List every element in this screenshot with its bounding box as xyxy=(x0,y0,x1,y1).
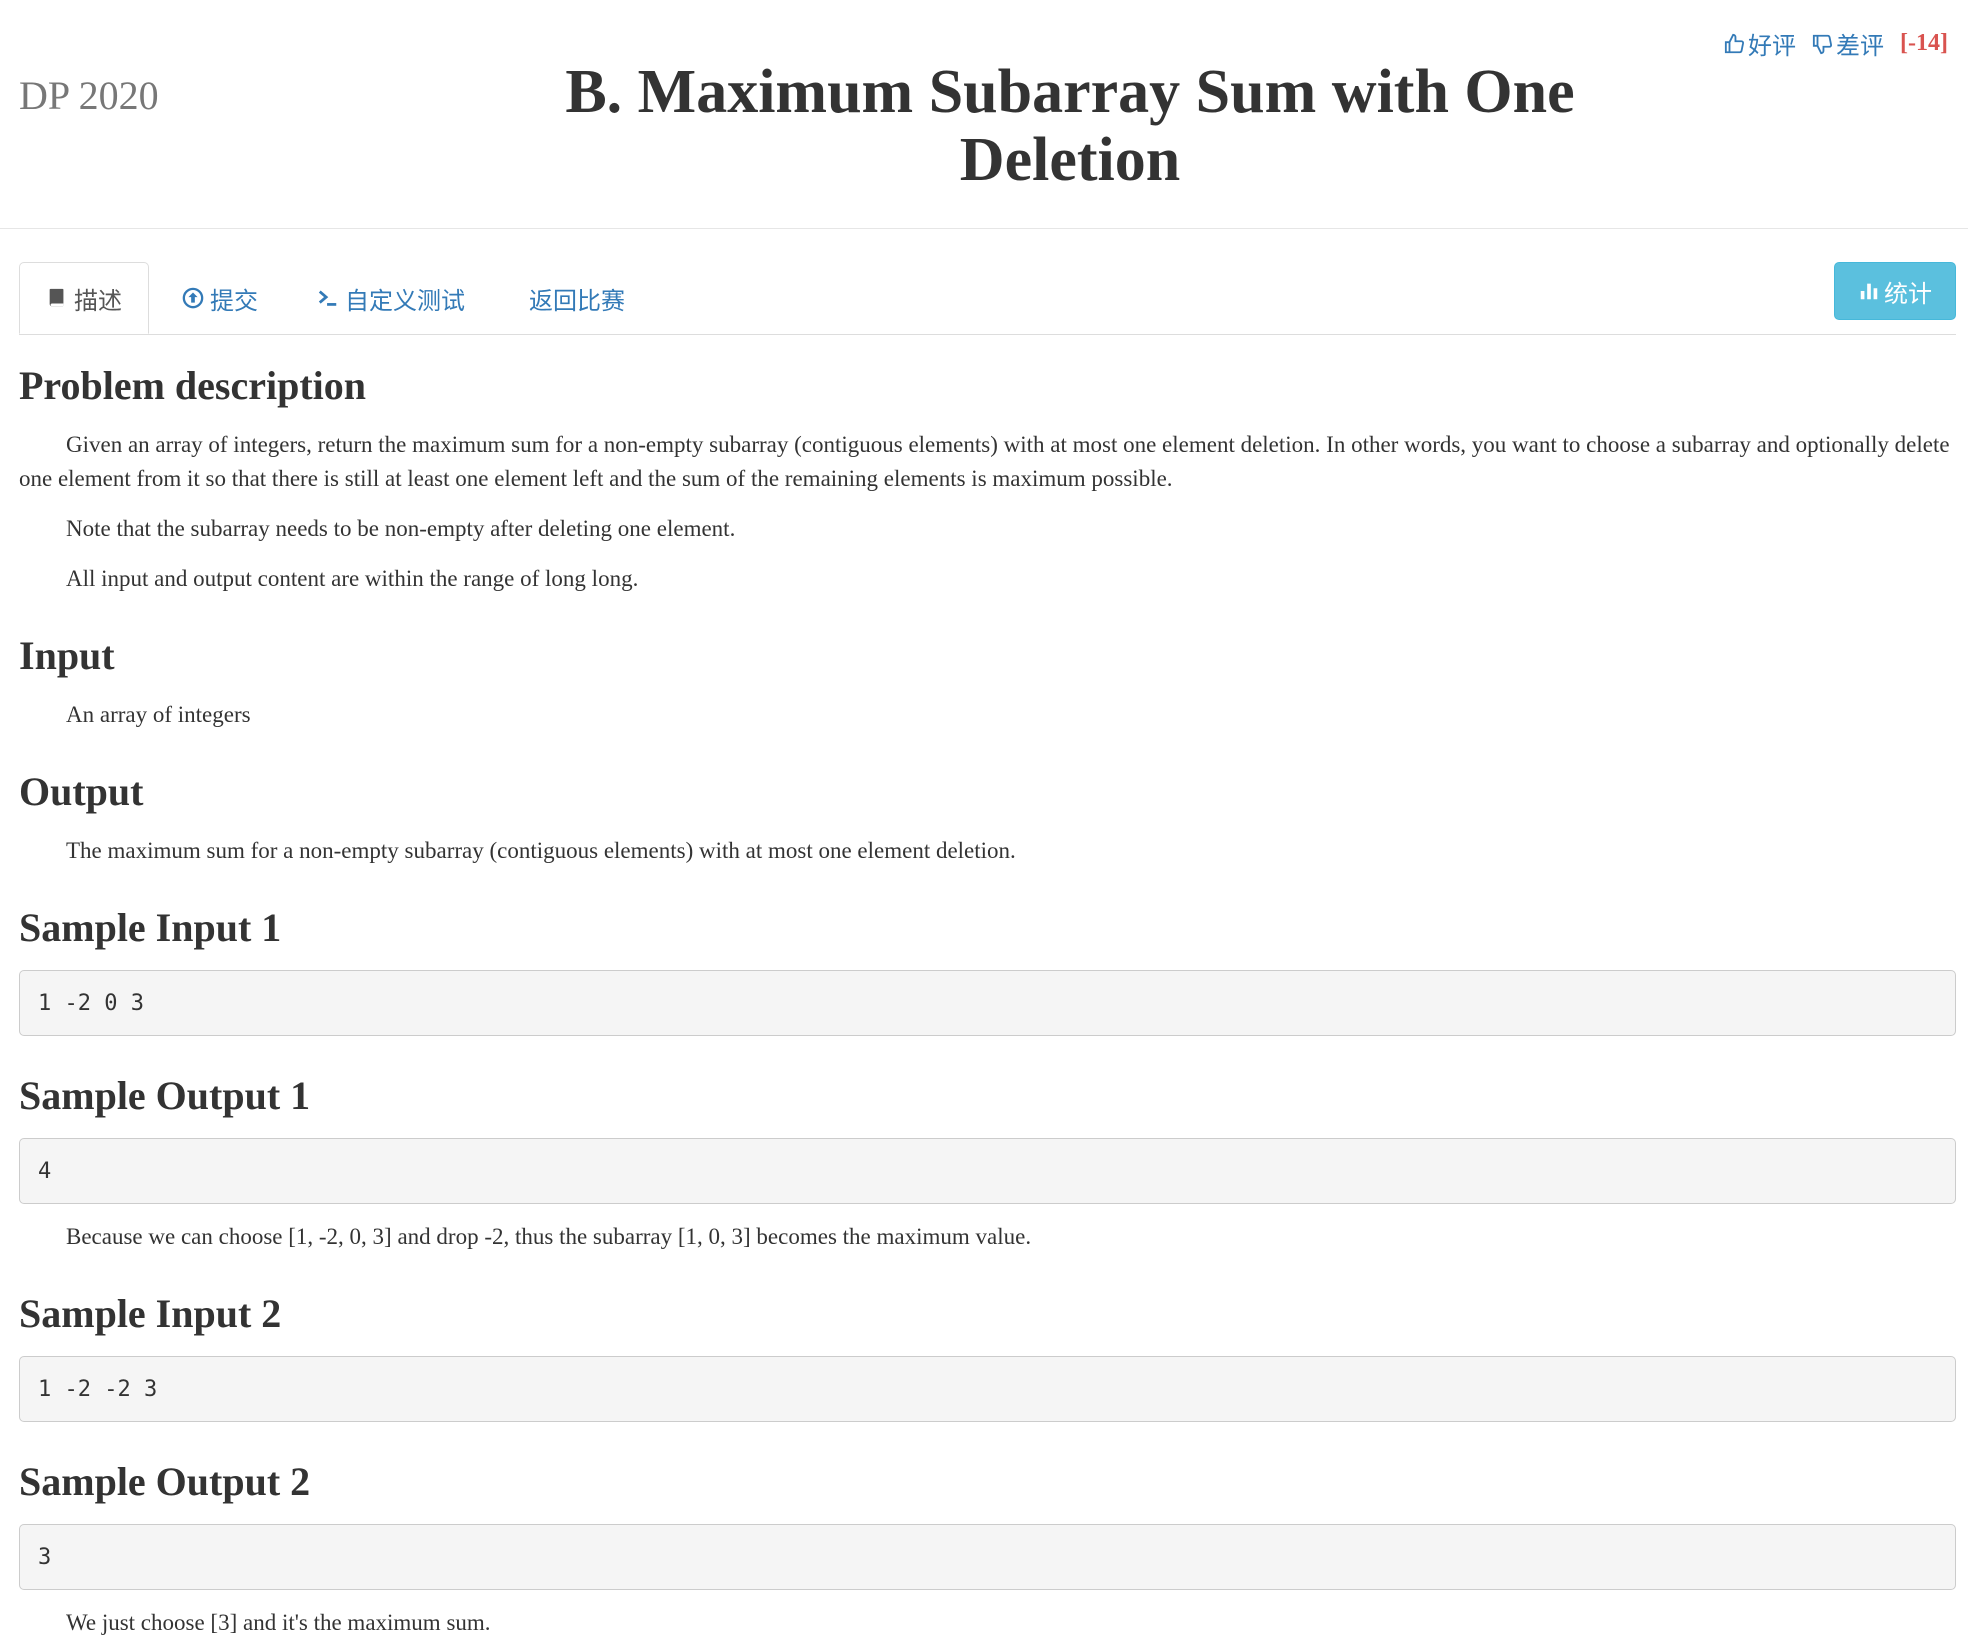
statistics-label: 统计 xyxy=(1884,281,1932,308)
like-button[interactable]: 好评 xyxy=(1724,26,1796,61)
like-label: 好评 xyxy=(1748,34,1797,60)
contest-name: DP 2020 xyxy=(19,73,159,118)
heading-sample-input-2: Sample Input 2 xyxy=(19,1291,282,1336)
tab-back-to-contest[interactable]: 返回比赛 xyxy=(529,262,625,334)
sample-input-2-code: 1 -2 -2 3 xyxy=(19,1356,1956,1422)
heading-sample-input-1: Sample Input 1 xyxy=(19,905,282,950)
heading-sample-output-2: Sample Output 2 xyxy=(19,1459,311,1504)
dislike-button[interactable]: 差评 xyxy=(1812,26,1884,61)
description-paragraph-1: Given an array of integers, return the m… xyxy=(19,432,1950,491)
input-text: An array of integers xyxy=(66,702,251,727)
page-header: DP 2020 B. Maximum Subarray Sum with One… xyxy=(0,0,1968,229)
output-text: The maximum sum for a non-empty subarray… xyxy=(66,838,1016,863)
description-paragraph-3: All input and output content are within … xyxy=(66,566,639,591)
bar-chart-icon xyxy=(1860,283,1878,300)
sample-output-2-note: We just choose [3] and it's the maximum … xyxy=(66,1610,491,1635)
tab-submit-label: 提交 xyxy=(210,288,258,315)
description-paragraph-2: Note that the subarray needs to be non-e… xyxy=(66,516,736,541)
heading-problem-description: Problem description xyxy=(19,363,367,408)
problem-title: B. Maximum Subarray Sum with One Deletio… xyxy=(565,58,1575,194)
tab-custom-test-label: 自定义测试 xyxy=(345,288,465,315)
tab-custom-test[interactable]: 自定义测试 xyxy=(317,262,465,334)
thumbs-up-icon xyxy=(1724,33,1745,53)
problem-tabs: 描述 提交 自定义测试 返回比赛 统计 xyxy=(19,262,1956,335)
terminal-icon xyxy=(318,290,337,306)
sample-output-1-note: Because we can choose [1, -2, 0, 3] and … xyxy=(66,1224,1032,1249)
statistics-button[interactable]: 统计 xyxy=(1834,262,1956,320)
book-icon xyxy=(49,288,64,307)
heading-output: Output xyxy=(19,769,144,814)
upload-circle-icon xyxy=(182,287,204,309)
tab-submit[interactable]: 提交 xyxy=(182,262,258,334)
rating-score: [-14] xyxy=(1900,30,1948,56)
heading-input: Input xyxy=(19,633,115,678)
rating-bar: 好评 差评 [-14] xyxy=(1724,26,1948,61)
problem-content: Problem description Given an array of in… xyxy=(19,360,1956,1640)
tab-description[interactable]: 描述 xyxy=(19,262,149,334)
sample-input-1-code: 1 -2 0 3 xyxy=(19,970,1956,1036)
tab-back-to-contest-label: 返回比赛 xyxy=(529,288,625,315)
sample-output-2-code: 3 xyxy=(19,1524,1956,1590)
tab-description-label: 描述 xyxy=(74,288,122,315)
heading-sample-output-1: Sample Output 1 xyxy=(19,1073,311,1118)
thumbs-down-icon xyxy=(1812,34,1833,54)
sample-output-1-code: 4 xyxy=(19,1138,1956,1204)
dislike-label: 差评 xyxy=(1836,34,1885,60)
